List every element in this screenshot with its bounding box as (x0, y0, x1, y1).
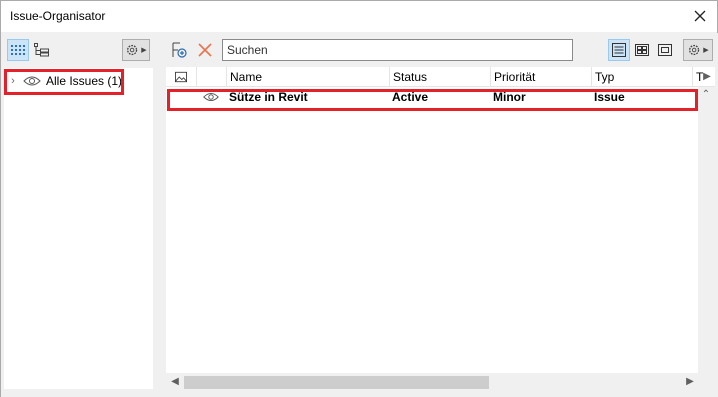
delete-icon (198, 43, 212, 57)
tree-view-button[interactable] (31, 39, 53, 61)
close-button[interactable] (689, 5, 711, 27)
grid-view-button[interactable] (7, 39, 29, 61)
chevron-right-icon[interactable]: › (6, 75, 20, 87)
column-header-status[interactable]: Status (389, 67, 490, 87)
issue-organizer-window: Issue-Organisator ▶ › Alle Issues (1) Su… (0, 0, 718, 397)
scroll-right-icon[interactable]: ▶ (682, 376, 698, 387)
left-pane: ▶ › Alle Issues (1) (1, 33, 159, 397)
column-header-name[interactable]: Name (226, 67, 389, 87)
table-header: Name Status Priorität Typ T ▶ (166, 67, 715, 87)
cell-name: Sütze in Revit (229, 90, 308, 104)
cell-status: Active (392, 90, 429, 104)
column-header-visibility[interactable] (196, 67, 226, 87)
dropdown-arrow-icon: ▶ (141, 47, 147, 54)
new-issue-button[interactable] (168, 39, 190, 61)
eye-icon[interactable] (202, 90, 220, 104)
cell-type: Issue (594, 90, 625, 104)
gear-icon (689, 44, 700, 56)
horizontal-scroll-thumb[interactable] (184, 376, 489, 389)
horizontal-scrollbar[interactable]: ◀ ▶ (166, 373, 715, 392)
title-bar: Issue-Organisator (1, 1, 717, 32)
photo-column-icon (175, 71, 187, 83)
tile-view-icon (635, 44, 649, 56)
grid-view-icon (11, 45, 25, 55)
list-view-icon (612, 43, 626, 57)
single-view-icon (658, 44, 672, 56)
window-title: Issue-Organisator (10, 9, 106, 23)
column-header-priority[interactable]: Priorität (490, 67, 591, 87)
dropdown-arrow-icon: ▶ (703, 47, 709, 54)
issue-tree: › Alle Issues (1) (4, 68, 153, 389)
tree-item-all-issues[interactable]: › Alle Issues (1) (6, 70, 124, 92)
tile-view-button[interactable] (631, 39, 653, 61)
scroll-right-header-icon[interactable]: ▶ (699, 71, 715, 82)
vertical-scrollbar[interactable]: ⌃ (698, 87, 715, 373)
left-settings-button[interactable]: ▶ (122, 39, 150, 61)
single-view-button[interactable] (654, 39, 676, 61)
list-view-button[interactable] (608, 39, 630, 61)
cell-priority: Minor (493, 90, 526, 104)
column-header-type[interactable]: Typ (591, 67, 692, 87)
tree-item-label: Alle Issues (1) (46, 74, 123, 88)
delete-button[interactable] (194, 39, 216, 61)
column-header-photo[interactable] (166, 67, 196, 87)
scroll-left-icon[interactable]: ◀ (167, 376, 183, 387)
issue-table: Name Status Priorität Typ T ▶ Sütze in R… (166, 67, 715, 392)
gear-icon (127, 44, 138, 56)
table-row[interactable]: Sütze in Revit Active Minor Issue (166, 88, 699, 106)
search-input[interactable] (222, 39, 573, 61)
right-settings-button[interactable]: ▶ (683, 39, 713, 61)
tree-view-icon (34, 43, 49, 57)
eye-icon[interactable] (22, 74, 42, 88)
right-pane: ▶ Name Status Priorität Typ T ▶ (163, 33, 718, 397)
close-icon (694, 10, 706, 22)
scroll-up-icon[interactable]: ⌃ (698, 89, 714, 100)
new-issue-icon (172, 42, 187, 58)
